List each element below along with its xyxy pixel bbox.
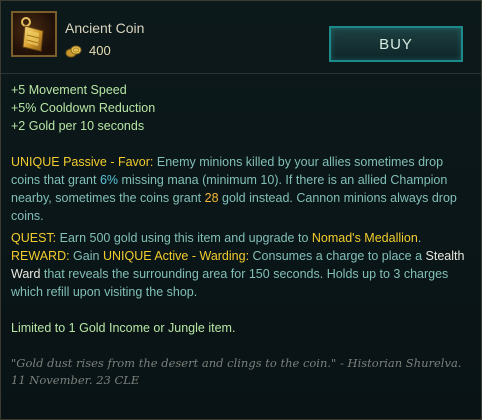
item-price: 400 (89, 43, 111, 58)
quest-label: QUEST: (11, 231, 57, 245)
stats-list: +5 Movement Speed +5% Cooldown Reduction… (11, 81, 473, 135)
gold-value: 28 (204, 191, 219, 205)
gold-coins-icon (65, 44, 83, 58)
passive-label: UNIQUE Passive - Favor: (11, 155, 154, 169)
item-header: Ancient Coin 400 BUY (1, 1, 481, 73)
item-tooltip: Ancient Coin 400 BUY +5 Movement Speed +… (0, 0, 482, 420)
quest-target-item: Nomad's Medallion (311, 231, 418, 245)
passive-description: UNIQUE Passive - Favor: Enemy minions ki… (11, 155, 457, 223)
stat-cooldown-reduction: +5% Cooldown Reduction (11, 101, 156, 115)
item-name: Ancient Coin (65, 20, 145, 36)
header-divider (1, 73, 481, 74)
stat-movement-speed: +5 Movement Speed (11, 83, 127, 97)
flavor-text: "Gold dust rises from the desert and cli… (11, 356, 462, 387)
quest-description: QUEST: Earn 500 gold using this item and… (11, 231, 422, 245)
stat-gold-income: +2 Gold per 10 seconds (11, 119, 145, 133)
mana-value: 6% (99, 173, 119, 187)
active-label: UNIQUE Active - Warding: (102, 249, 250, 263)
item-description: +5 Movement Speed +5% Cooldown Reduction… (11, 81, 473, 389)
price-row: 400 (65, 43, 111, 58)
ancient-coin-icon (11, 11, 57, 57)
limit-text: Limited to 1 Gold Income or Jungle item. (11, 321, 236, 335)
reward-description: REWARD: Gain UNIQUE Active - Warding: Co… (11, 249, 465, 299)
buy-button[interactable]: BUY (329, 26, 463, 62)
reward-label: REWARD: (11, 249, 70, 263)
